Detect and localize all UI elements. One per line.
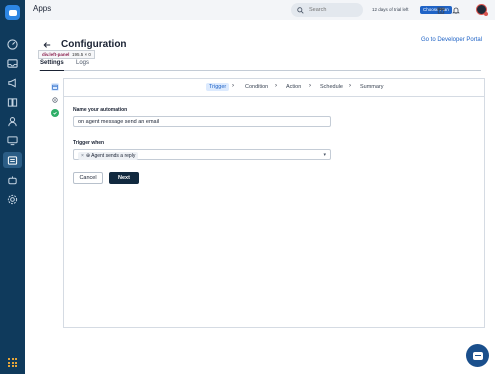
agent-icon: ⊕: [85, 152, 91, 159]
step-schedule[interactable]: Schedule: [320, 84, 343, 90]
dropdown-arrow-icon[interactable]: ▾: [323, 152, 326, 158]
contacts-person-icon[interactable]: [6, 115, 19, 128]
automation-wizard-card: Trigger › Condition › Action › Schedule …: [64, 78, 485, 328]
apps-marketplace-icon[interactable]: [3, 152, 22, 168]
tab-logs[interactable]: Logs: [76, 60, 89, 71]
search-input[interactable]: [309, 7, 359, 13]
chevron-right-icon: ›: [275, 83, 277, 89]
chat-icon: [472, 351, 483, 360]
trigger-when-label: Trigger when: [73, 140, 105, 146]
step-summary[interactable]: Summary: [360, 84, 384, 90]
knowledge-book-icon[interactable]: [6, 96, 19, 109]
step-trigger[interactable]: Trigger: [206, 82, 230, 91]
gift-icon[interactable]: [436, 5, 445, 14]
developer-portal-link[interactable]: Go to Developer Portal: [421, 37, 482, 43]
devtools-element-tooltip: div.left-panel 195.5 × 0: [38, 50, 95, 59]
next-button[interactable]: Next: [109, 172, 139, 184]
cancel-button[interactable]: Cancel: [73, 172, 103, 184]
chevron-right-icon: ›: [309, 83, 311, 89]
inbox-icon[interactable]: [6, 57, 19, 70]
trigger-chip-label: Agent sends a reply: [91, 152, 136, 159]
arrow-left-icon: [43, 42, 51, 48]
app-title: Apps: [33, 4, 52, 13]
page-title: Configuration: [61, 39, 127, 50]
step-condition[interactable]: Condition: [245, 84, 268, 90]
wizard-steps: Trigger › Condition › Action › Schedule …: [64, 79, 485, 97]
filter-settings-icon[interactable]: [51, 96, 59, 104]
trigger-select[interactable]: × ⊕Agent sends a reply ▾: [73, 149, 331, 160]
tooltip-element-name: div.left-panel: [42, 52, 70, 57]
settings-gear-icon[interactable]: [6, 193, 19, 206]
chat-logo-icon[interactable]: [5, 5, 20, 20]
chat-widget-button[interactable]: [466, 344, 489, 367]
dashboard-gauge-icon[interactable]: [6, 38, 19, 51]
chevron-right-icon: ›: [349, 83, 351, 89]
search-box[interactable]: [291, 3, 363, 17]
tooltip-element-size: 195.5 × 0: [71, 52, 91, 57]
search-icon: [297, 6, 304, 14]
campaigns-megaphone-icon[interactable]: [6, 76, 19, 89]
trigger-chip[interactable]: × ⊕Agent sends a reply: [78, 151, 139, 160]
app-switcher-grid-icon[interactable]: [8, 358, 17, 367]
bot-icon[interactable]: [6, 174, 19, 187]
chevron-right-icon: ›: [232, 83, 234, 89]
status-dot: [484, 12, 488, 16]
step-action[interactable]: Action: [286, 84, 301, 90]
left-panel: [46, 78, 64, 328]
left-nav-rail: [0, 0, 25, 374]
tab-settings[interactable]: Settings: [40, 60, 64, 71]
automation-name-label: Name your automation: [73, 107, 128, 113]
calendar-icon[interactable]: [51, 83, 59, 91]
status-check-icon[interactable]: [51, 109, 59, 117]
top-bar: Apps 12 days of trial left Choose Plan: [25, 0, 495, 20]
notification-bell-icon[interactable]: [451, 5, 460, 14]
page-tabs: Settings Logs: [39, 60, 481, 71]
main-content: Configuration Go to Developer Portal div…: [25, 20, 495, 374]
reports-monitor-icon[interactable]: [6, 134, 19, 147]
trial-remaining-text: 12 days of trial left: [372, 7, 409, 12]
automation-name-input[interactable]: [73, 116, 331, 127]
remove-chip-icon[interactable]: ×: [81, 153, 84, 159]
